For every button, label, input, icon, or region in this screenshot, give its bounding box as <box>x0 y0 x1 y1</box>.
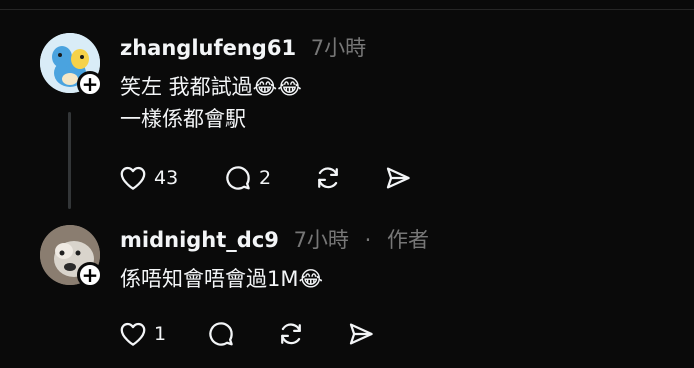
send-icon <box>386 167 410 189</box>
repost-icon <box>318 167 338 189</box>
comment-header: zhanglufeng61 7小時 <box>120 35 366 61</box>
heart-icon <box>120 166 146 190</box>
username[interactable]: midnight_dc9 <box>120 228 279 252</box>
timestamp: 7小時 <box>293 228 349 252</box>
like-button[interactable]: 43 <box>118 163 223 193</box>
action-bar: 43 2 <box>118 163 413 193</box>
reply-button[interactable]: 2 <box>223 163 313 193</box>
thread-line <box>68 112 71 209</box>
like-button[interactable]: 1 <box>118 319 206 349</box>
repost-button[interactable] <box>276 319 346 349</box>
comment-item: + zhanglufeng61 7小時 笑左 我都試過😂😂 一樣係都會駅 43 … <box>0 33 694 223</box>
comment-line: 笑左 我都試過😂😂 <box>120 75 302 99</box>
follow-plus-icon[interactable]: + <box>77 71 103 97</box>
comment-icon <box>226 166 250 190</box>
share-button[interactable] <box>346 319 376 349</box>
comment-line: 一樣係都會駅 <box>120 107 246 131</box>
separator-dot: · <box>364 228 372 252</box>
author-badge: 作者 <box>387 228 429 252</box>
comment-text: 係唔知會唔會過1M😂 <box>120 263 323 295</box>
heart-icon <box>120 322 146 346</box>
comment-text: 笑左 我都試過😂😂 一樣係都會駅 <box>120 71 302 135</box>
repost-icon <box>281 323 301 345</box>
comment-icon <box>209 322 233 346</box>
comment-header: midnight_dc9 7小時 · 作者 <box>120 227 429 253</box>
repost-button[interactable] <box>313 163 383 193</box>
username[interactable]: zhanglufeng61 <box>120 36 296 60</box>
timestamp: 7小時 <box>310 36 367 60</box>
share-button[interactable] <box>383 163 413 193</box>
comment-line: 係唔知會唔會過1M😂 <box>120 267 324 291</box>
send-icon <box>349 323 373 345</box>
like-count: 1 <box>154 323 167 345</box>
like-count: 43 <box>154 167 179 189</box>
comment-item: + midnight_dc9 7小時 · 作者 係唔知會唔會過1M😂 1 <box>0 225 694 365</box>
action-bar: 1 <box>118 319 376 349</box>
top-divider <box>0 9 694 10</box>
follow-plus-icon[interactable]: + <box>77 262 103 288</box>
reply-button[interactable] <box>206 319 276 349</box>
reply-count: 2 <box>259 167 272 189</box>
